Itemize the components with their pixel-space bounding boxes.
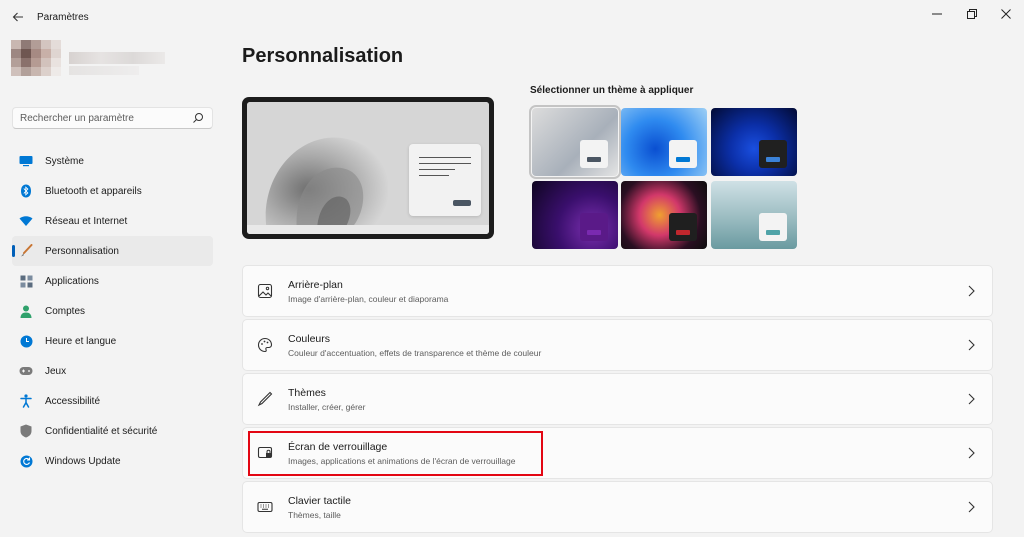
theme-tile-blue-dark[interactable] — [711, 108, 797, 176]
search-input[interactable] — [13, 108, 183, 129]
themes-title: Sélectionner un thème à appliquer — [530, 85, 694, 96]
sidebar-item-accessibilite[interactable]: Accessibilité — [12, 386, 213, 416]
monitor-icon — [19, 154, 33, 168]
sidebar-item-label: Heure et langue — [45, 335, 117, 347]
close-icon — [1001, 9, 1011, 19]
theme-tile-flower[interactable] — [621, 181, 707, 249]
card-title: Thèmes — [288, 387, 326, 399]
sidebar-item-label: Système — [45, 155, 84, 167]
theme-tile-light[interactable] — [529, 105, 621, 179]
arrow-left-icon — [12, 12, 23, 22]
sidebar-item-bluetooth[interactable]: Bluetooth et appareils — [12, 176, 213, 206]
preview-taskbar — [247, 225, 489, 234]
accessibility-icon — [19, 394, 33, 408]
brush-icon — [19, 244, 33, 258]
chevron-right-icon — [968, 501, 975, 513]
bluetooth-icon — [19, 184, 33, 198]
gamepad-icon — [19, 364, 33, 378]
shield-icon — [19, 424, 33, 438]
sidebar-item-comptes[interactable]: Comptes — [12, 296, 213, 326]
app-title: Paramètres — [37, 12, 89, 23]
card-clavier-tactile[interactable]: Clavier tactile Thèmes, taille — [242, 481, 993, 533]
theme-tile-purple[interactable] — [532, 181, 618, 249]
wifi-icon — [19, 214, 33, 228]
card-subtitle: Thèmes, taille — [288, 510, 341, 520]
user-email-blurred — [69, 66, 139, 75]
sidebar-item-label: Jeux — [45, 365, 67, 377]
theme-tile-lake[interactable] — [711, 181, 797, 249]
back-button[interactable] — [8, 7, 28, 27]
sidebar-item-applications[interactable]: Applications — [12, 266, 213, 296]
card-couleurs[interactable]: Couleurs Couleur d'accentuation, effets … — [242, 319, 993, 371]
title-bar: Paramètres — [0, 0, 1024, 34]
card-subtitle: Couleur d'accentuation, effets de transp… — [288, 348, 542, 358]
sidebar-item-label: Confidentialité et sécurité — [45, 425, 158, 437]
globe-clock-icon — [19, 334, 33, 348]
image-icon — [257, 283, 273, 299]
card-title: Couleurs — [288, 333, 331, 345]
sidebar-item-heure[interactable]: Heure et langue — [12, 326, 213, 356]
card-subtitle: Installer, créer, gérer — [288, 402, 366, 412]
sidebar-item-windows-update[interactable]: Windows Update — [12, 446, 213, 476]
theme-grid — [529, 105, 798, 250]
update-icon — [19, 454, 33, 468]
card-arriere-plan[interactable]: Arrière-plan Image d'arrière-plan, coule… — [242, 265, 993, 317]
card-themes[interactable]: Thèmes Installer, créer, gérer — [242, 373, 993, 425]
theme-preview — [242, 97, 494, 239]
sidebar-item-confidentialite[interactable]: Confidentialité et sécurité — [12, 416, 213, 446]
card-subtitle: Image d'arrière-plan, couleur et diapora… — [288, 294, 449, 304]
sidebar-item-jeux[interactable]: Jeux — [12, 356, 213, 386]
theme-tile-blue-light[interactable] — [621, 108, 707, 176]
user-name-blurred — [69, 52, 165, 64]
sidebar-item-personnalisation[interactable]: Personnalisation — [12, 236, 213, 266]
search-box[interactable] — [12, 107, 213, 129]
user-profile[interactable] — [11, 40, 165, 76]
sidebar-item-label: Accessibilité — [45, 395, 101, 407]
chevron-right-icon — [968, 339, 975, 351]
sidebar-nav: Système Bluetooth et appareils Réseau et… — [12, 146, 213, 476]
restore-icon — [967, 9, 977, 19]
chevron-right-icon — [968, 447, 975, 459]
sidebar-item-label: Réseau et Internet — [45, 215, 128, 227]
preview-desktop — [247, 102, 489, 234]
sidebar-item-label: Personnalisation — [45, 245, 119, 257]
close-button[interactable] — [991, 4, 1021, 24]
person-icon — [19, 304, 33, 318]
highlight-box — [248, 431, 543, 476]
chevron-right-icon — [968, 393, 975, 405]
search-icon[interactable] — [192, 112, 204, 124]
palette-icon — [257, 337, 273, 353]
card-title: Arrière-plan — [288, 279, 343, 291]
card-title: Clavier tactile — [288, 495, 352, 507]
apps-icon — [19, 274, 33, 288]
sidebar-item-reseau[interactable]: Réseau et Internet — [12, 206, 213, 236]
avatar — [11, 40, 61, 76]
sidebar-item-label: Windows Update — [45, 455, 121, 467]
sidebar-item-label: Applications — [45, 275, 99, 287]
keyboard-icon — [257, 501, 273, 513]
pen-icon — [257, 391, 273, 407]
minimize-button[interactable] — [922, 4, 952, 24]
sidebar-item-systeme[interactable]: Système — [12, 146, 213, 176]
page-title: Personnalisation — [242, 45, 404, 67]
chevron-right-icon — [968, 285, 975, 297]
restore-button[interactable] — [957, 4, 987, 24]
minimize-icon — [932, 13, 942, 15]
sidebar-item-label: Bluetooth et appareils — [45, 185, 142, 197]
sidebar-item-label: Comptes — [45, 305, 86, 317]
preview-window — [409, 144, 481, 216]
